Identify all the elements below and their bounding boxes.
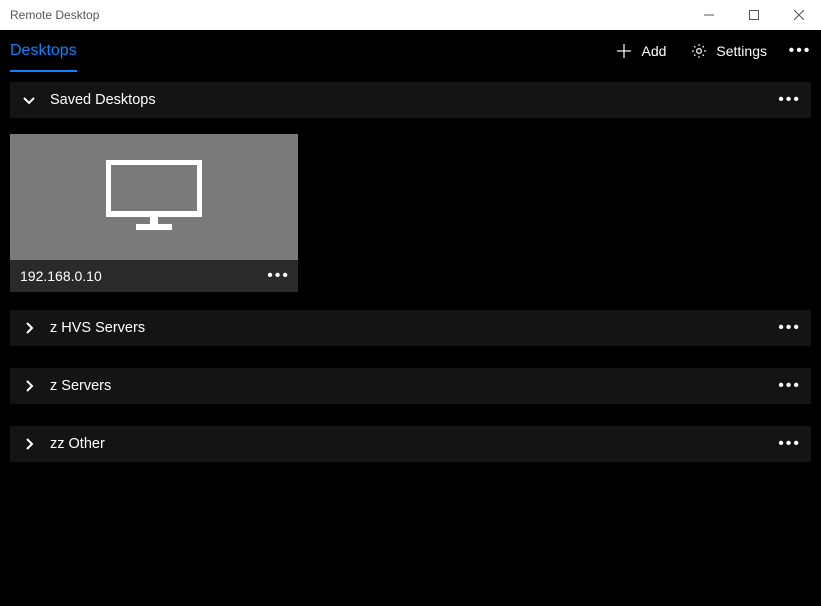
group-header-zz-other[interactable]: zz Other •••	[10, 426, 811, 462]
desktop-tile-footer: 192.168.0.10 •••	[10, 260, 298, 292]
group-more-button[interactable]: •••	[773, 377, 803, 395]
group-more-button[interactable]: •••	[773, 91, 803, 109]
group-label: z Servers	[50, 378, 773, 394]
tile-row: 192.168.0.10 •••	[10, 134, 811, 292]
group-label: zz Other	[50, 436, 773, 452]
chevron-right-icon	[20, 319, 38, 337]
title-bar: Remote Desktop	[0, 0, 821, 30]
desktop-tile[interactable]: 192.168.0.10 •••	[10, 134, 298, 292]
group-label: Saved Desktops	[50, 92, 773, 108]
group-header-z-hvs-servers[interactable]: z HVS Servers •••	[10, 310, 811, 346]
monitor-icon	[106, 160, 202, 235]
window-maximize-button[interactable]	[731, 0, 776, 30]
desktop-tile-label: 192.168.0.10	[20, 268, 267, 284]
settings-button-label: Settings	[716, 43, 767, 59]
window-minimize-button[interactable]	[686, 0, 731, 30]
add-button-label: Add	[641, 43, 666, 59]
desktop-tile-preview	[10, 134, 298, 260]
group-more-button[interactable]: •••	[773, 435, 803, 453]
group-more-button[interactable]: •••	[773, 319, 803, 337]
header-more-button[interactable]: •••	[779, 42, 821, 60]
add-button[interactable]: Add	[603, 30, 678, 72]
settings-button[interactable]: Settings	[678, 30, 779, 72]
group-label: z HVS Servers	[50, 320, 773, 336]
tab-underline	[10, 70, 77, 72]
app-header: Desktops Add Settings •••	[0, 30, 821, 72]
group-header-z-servers[interactable]: z Servers •••	[10, 368, 811, 404]
desktop-tile-more-button[interactable]: •••	[267, 267, 290, 285]
chevron-down-icon	[20, 91, 38, 109]
window-close-button[interactable]	[776, 0, 821, 30]
content-area: Saved Desktops ••• 192.168.0.10 •••	[0, 72, 821, 462]
group-header-saved-desktops[interactable]: Saved Desktops •••	[10, 82, 811, 118]
tab-desktops[interactable]: Desktops	[0, 30, 87, 72]
chevron-right-icon	[20, 377, 38, 395]
window-title: Remote Desktop	[0, 8, 686, 22]
chevron-right-icon	[20, 435, 38, 453]
tab-desktops-label: Desktops	[10, 42, 77, 60]
gear-icon	[690, 42, 708, 60]
plus-icon	[615, 42, 633, 60]
